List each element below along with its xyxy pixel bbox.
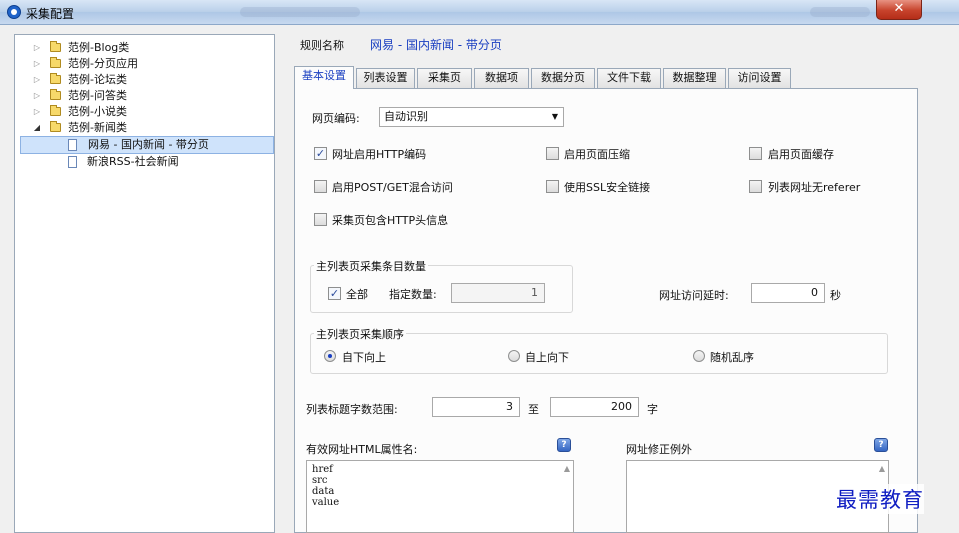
specify-count-label: 指定数量:	[389, 288, 437, 301]
tree-item-label: 范例-问答类	[68, 89, 127, 102]
delay-input[interactable]: 0	[751, 283, 825, 303]
folder-icon	[50, 57, 61, 68]
close-button[interactable]: ✕	[876, 0, 922, 20]
page-cache-checkbox[interactable]	[749, 147, 762, 160]
dropdown-arrow-icon: ▼	[551, 112, 558, 121]
folder-icon	[50, 41, 61, 52]
tree-item-paging[interactable]: ▷ 范例-分页应用	[15, 56, 274, 72]
tree-item-label: 范例-论坛类	[68, 73, 127, 86]
no-referer-checkbox[interactable]	[749, 180, 762, 193]
order-random-radio[interactable]	[693, 350, 705, 362]
folder-icon	[50, 121, 61, 132]
html-attrs-label: 有效网址HTML属性名:	[306, 443, 418, 456]
tab-list-settings[interactable]: 列表设置	[356, 68, 415, 88]
no-referer-label: 列表网址无referer	[768, 181, 861, 194]
expand-arrow-icon[interactable]: ▷	[32, 104, 42, 120]
delay-unit: 秒	[830, 289, 841, 302]
watermark: 最需教育	[836, 484, 924, 514]
scroll-up-icon[interactable]: ▲	[564, 463, 570, 474]
post-get-mixed-checkbox[interactable]	[314, 180, 327, 193]
order-random-label: 随机乱序	[710, 351, 754, 364]
all-items-label: 全部	[346, 288, 368, 301]
ssl-label: 使用SSL安全链接	[564, 181, 651, 194]
tab-data-paging[interactable]: 数据分页	[531, 68, 595, 88]
folder-icon	[50, 105, 61, 116]
textarea-line: src	[312, 475, 328, 486]
tree-item-netease-news[interactable]: 网易 - 国内新闻 - 带分页	[20, 136, 274, 154]
title-length-max-input[interactable]: 200	[550, 397, 639, 417]
folder-icon	[50, 89, 61, 100]
tree-item-label: 范例-Blog类	[68, 41, 130, 54]
post-get-mixed-label: 启用POST/GET混合访问	[332, 181, 453, 194]
order-top-down-label: 自上向下	[525, 351, 569, 364]
app-icon	[7, 5, 21, 19]
scroll-up-icon[interactable]: ▲	[879, 463, 885, 474]
crawl-order-group-title: 主列表页采集顺序	[314, 326, 406, 342]
folder-icon	[50, 73, 61, 84]
encoding-label: 网页编码:	[312, 112, 360, 125]
order-top-down-radio[interactable]	[508, 350, 520, 362]
textarea-line: data	[312, 486, 335, 497]
tree-item-blog[interactable]: ▷ 范例-Blog类	[15, 40, 274, 56]
title-length-min-input[interactable]: 3	[432, 397, 520, 417]
window-title: 采集配置	[26, 7, 75, 21]
tree-item-novel[interactable]: ▷ 范例-小说类	[15, 104, 274, 120]
tab-basic-settings[interactable]: 基本设置	[294, 66, 354, 89]
http-encoding-label: 网址启用HTTP编码	[332, 148, 427, 161]
tab-data-cleanup[interactable]: 数据整理	[663, 68, 726, 88]
tree-item-forum[interactable]: ▷ 范例-论坛类	[15, 72, 274, 88]
encoding-value: 自动识别	[384, 110, 428, 123]
title-length-to-label: 至	[528, 403, 539, 416]
http-header-checkbox[interactable]	[314, 213, 327, 226]
tree-item-label: 范例-小说类	[68, 105, 127, 118]
http-encoding-checkbox[interactable]: ✓	[314, 147, 327, 160]
page-cache-label: 启用页面缓存	[768, 148, 834, 161]
title-length-unit: 字	[647, 403, 658, 416]
collapse-arrow-icon[interactable]: ◢	[32, 120, 42, 136]
tab-data-items[interactable]: 数据项	[474, 68, 529, 88]
help-icon[interactable]: ?	[874, 438, 888, 452]
rule-name-value: 网易 - 国内新闻 - 带分页	[370, 38, 502, 52]
order-bottom-up-radio[interactable]	[324, 350, 336, 362]
expand-arrow-icon[interactable]: ▷	[32, 56, 42, 72]
tree-item-label: 网易 - 国内新闻 - 带分页	[88, 138, 209, 151]
delay-label: 网址访问延时:	[659, 289, 729, 302]
page-compression-label: 启用页面压缩	[564, 148, 630, 161]
item-count-group-title: 主列表页采集条目数量	[314, 258, 428, 274]
ssl-checkbox[interactable]	[546, 180, 559, 193]
document-icon	[68, 139, 77, 151]
tree-item-label: 范例-新闻类	[68, 121, 127, 134]
tab-access-settings[interactable]: 访问设置	[728, 68, 791, 88]
http-header-label: 采集页包含HTTP头信息	[332, 214, 449, 227]
title-length-label: 列表标题字数范围:	[306, 403, 398, 416]
encoding-select[interactable]: 自动识别 ▼	[379, 107, 564, 127]
tree-item-label: 新浪RSS-社会新闻	[87, 155, 179, 168]
title-bar: 采集配置 ✕	[0, 0, 959, 25]
expand-arrow-icon[interactable]: ▷	[32, 72, 42, 88]
document-icon	[68, 156, 77, 168]
tree-item-sina-rss[interactable]: 新浪RSS-社会新闻	[15, 154, 274, 170]
rule-name-label: 规则名称	[300, 39, 344, 52]
order-bottom-up-label: 自下向上	[342, 351, 386, 364]
tab-file-download[interactable]: 文件下载	[597, 68, 661, 88]
help-icon[interactable]: ?	[557, 438, 571, 452]
blurred-area	[240, 7, 360, 17]
expand-arrow-icon[interactable]: ▷	[32, 40, 42, 56]
rule-tree[interactable]: ▷ 范例-Blog类 ▷ 范例-分页应用 ▷ 范例-论坛类 ▷ 范例-问答类 ▷…	[14, 34, 275, 533]
textarea-line: value	[312, 497, 340, 508]
page-compression-checkbox[interactable]	[546, 147, 559, 160]
blurred-area	[810, 7, 870, 17]
all-items-checkbox[interactable]: ✓	[328, 287, 341, 300]
expand-arrow-icon[interactable]: ▷	[32, 88, 42, 104]
tree-item-qa[interactable]: ▷ 范例-问答类	[15, 88, 274, 104]
specify-count-input[interactable]: 1	[451, 283, 545, 303]
html-attrs-textarea[interactable]: href src data value ▲	[306, 460, 574, 533]
tree-item-news[interactable]: ◢ 范例-新闻类	[15, 120, 274, 136]
url-exceptions-label: 网址修正例外	[626, 443, 692, 456]
tab-crawl-page[interactable]: 采集页	[417, 68, 472, 88]
textarea-line: href	[312, 464, 333, 475]
tree-item-label: 范例-分页应用	[68, 57, 138, 70]
